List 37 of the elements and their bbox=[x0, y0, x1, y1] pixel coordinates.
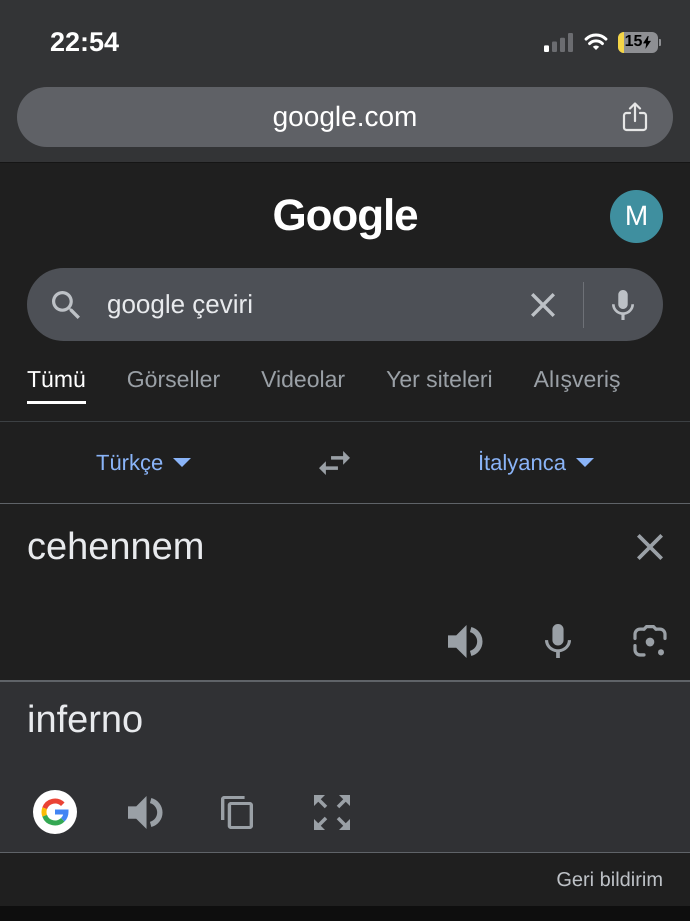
mic-icon[interactable] bbox=[545, 624, 571, 658]
feedback-link[interactable]: Geri bildirim bbox=[556, 864, 663, 894]
search-field[interactable]: google çeviri bbox=[27, 268, 663, 341]
dropdown-caret-icon bbox=[576, 458, 594, 467]
search-tab[interactable]: Alışveriş bbox=[534, 365, 621, 404]
mic-icon[interactable] bbox=[612, 290, 634, 320]
target-language-button[interactable]: İtalyanca bbox=[478, 446, 594, 479]
fullscreen-icon[interactable] bbox=[314, 794, 350, 830]
copy-icon[interactable] bbox=[221, 796, 253, 828]
translation-text: inferno bbox=[27, 698, 144, 742]
status-time: 22:54 bbox=[50, 28, 120, 56]
search-tab[interactable]: Görseller bbox=[126, 365, 220, 404]
dropdown-caret-icon bbox=[173, 458, 192, 467]
battery-level-fill bbox=[618, 32, 624, 52]
signal-icon bbox=[544, 32, 574, 52]
speaker-icon[interactable] bbox=[448, 624, 483, 658]
search-query: google çeviri bbox=[107, 288, 253, 321]
speaker-icon[interactable] bbox=[128, 796, 163, 828]
g-logo-icon[interactable] bbox=[33, 790, 77, 834]
search-tab[interactable]: Tümü bbox=[27, 365, 86, 404]
search-tab[interactable]: Videolar bbox=[261, 365, 346, 404]
share-icon[interactable] bbox=[622, 102, 648, 132]
close-icon[interactable] bbox=[531, 292, 555, 316]
wifi-icon bbox=[584, 33, 608, 51]
google-logo: Google bbox=[272, 194, 418, 238]
account-avatar[interactable]: M bbox=[610, 190, 663, 242]
camera-lens-icon[interactable] bbox=[633, 625, 667, 657]
source-text: cehennem bbox=[27, 525, 204, 569]
search-icon bbox=[52, 290, 80, 318]
close-icon[interactable] bbox=[637, 534, 663, 560]
source-language-button[interactable]: Türkçe bbox=[96, 446, 192, 479]
swap-icon[interactable] bbox=[319, 450, 350, 474]
url-text: google.com bbox=[272, 103, 418, 131]
battery-percentage: 15 bbox=[624, 34, 642, 50]
search-tab[interactable]: Yer siteleri bbox=[386, 365, 493, 404]
bolt-icon bbox=[643, 36, 652, 48]
address-bar[interactable]: google.com bbox=[17, 87, 673, 147]
